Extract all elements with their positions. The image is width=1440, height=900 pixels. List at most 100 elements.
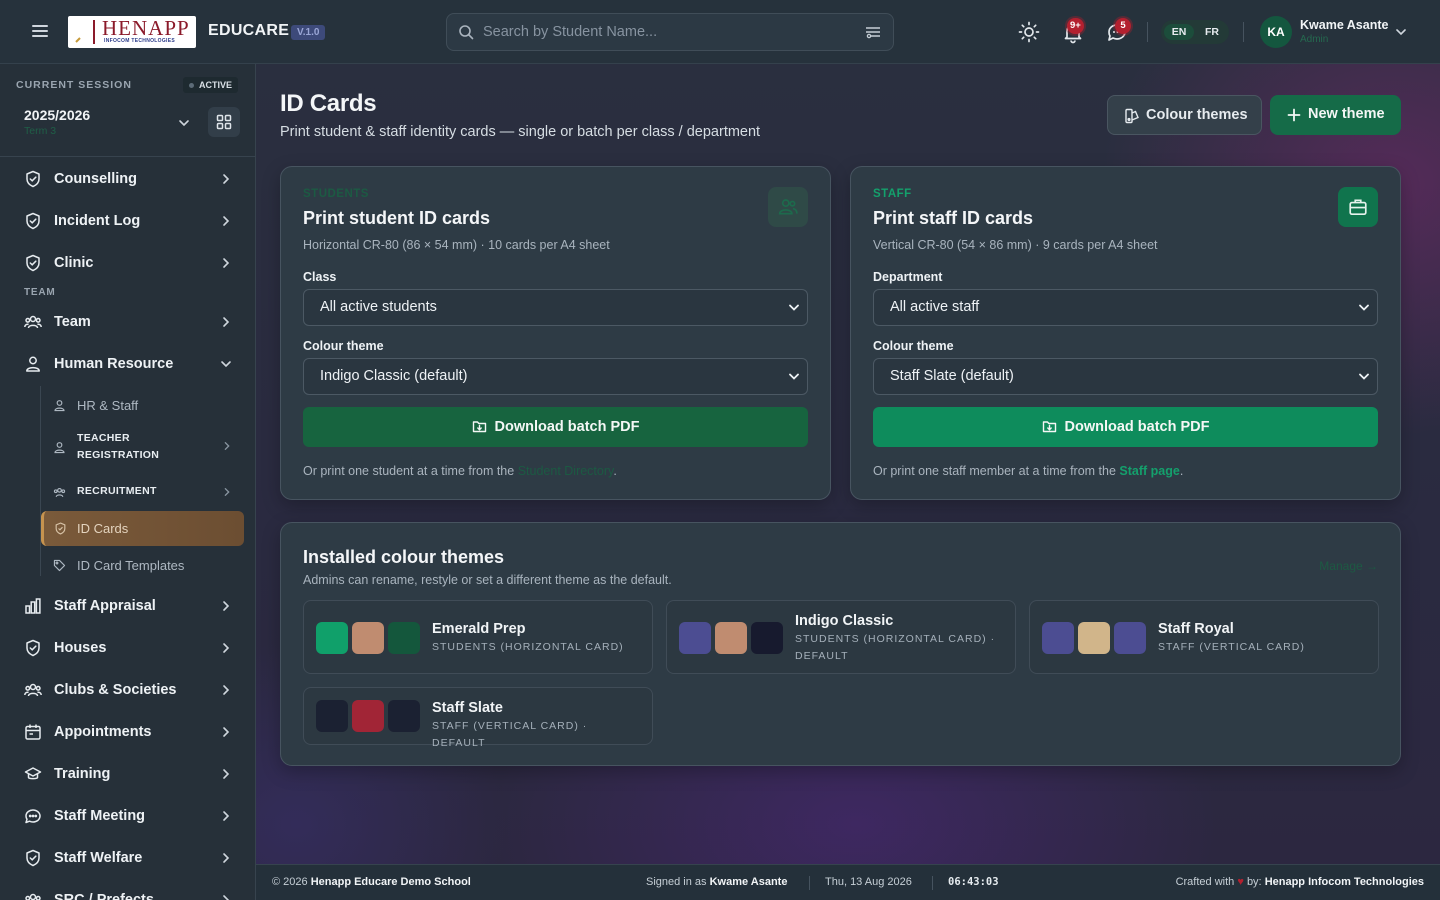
user-name[interactable]: Kwame Asante xyxy=(1300,18,1388,32)
student-note: Or print one student at a time from the … xyxy=(303,464,617,478)
users-icon xyxy=(25,893,41,900)
lang-en-button[interactable]: EN xyxy=(1164,24,1194,40)
sidebar-item-label: Human Resource xyxy=(54,356,174,372)
sidebar-item-label: Team xyxy=(54,314,91,330)
footer: © 2026 Henapp Educare Demo School Signed… xyxy=(256,864,1440,900)
download-staff-batch-button[interactable]: Download batch PDF xyxy=(873,407,1378,447)
download-student-batch-button[interactable]: Download batch PDF xyxy=(303,407,808,447)
new-theme-button[interactable]: New theme xyxy=(1270,95,1401,135)
theme-tile-indigo-classic[interactable]: Indigo Classic STUDENTS (HORIZONTAL CARD… xyxy=(666,600,1016,674)
colour-theme-select[interactable]: Indigo Classic (default) xyxy=(303,358,808,395)
theme-tile-emerald-prep[interactable]: Emerald Prep STUDENTS (HORIZONTAL CARD) xyxy=(303,600,653,674)
sidebar-subitem-hr-staff[interactable]: HR & Staff xyxy=(41,388,244,422)
company-name: Henapp Infocom Technologies xyxy=(1264,876,1424,888)
plus-icon xyxy=(1287,108,1301,122)
staff-note: Or print one staff member at a time from… xyxy=(873,464,1183,478)
shield-icon xyxy=(55,522,66,535)
department-label: Department xyxy=(873,270,943,284)
note-text: Or print one student at a time from the xyxy=(303,464,515,478)
users-icon xyxy=(778,199,798,215)
staff-page-link[interactable]: Staff page xyxy=(1119,464,1179,478)
shield-icon xyxy=(26,212,40,230)
sidebar-item-label: SRC / Prefects xyxy=(54,892,154,900)
lang-fr-button[interactable]: FR xyxy=(1197,24,1227,40)
class-select-value: All active students xyxy=(320,299,437,315)
sidebar-subitem-recruitment[interactable]: RECRUITMENT xyxy=(41,476,244,508)
session-year[interactable]: 2025/2026 xyxy=(24,107,90,123)
theme-meta: STUDENTS (HORIZONTAL CARD) · DEFAULT xyxy=(795,633,996,662)
chevron-down-icon[interactable] xyxy=(1394,25,1408,39)
card-description: Horizontal CR-80 (86 × 54 mm) · 10 cards… xyxy=(303,238,610,252)
colour-swatch xyxy=(352,622,384,654)
themes-description: Admins can rename, restyle or set a diff… xyxy=(303,573,672,587)
tag-icon xyxy=(53,559,66,572)
avatar[interactable]: KA xyxy=(1260,16,1292,48)
version-badge: V.1.0 xyxy=(291,25,326,40)
chevron-right-icon xyxy=(223,258,230,268)
colour-theme-select[interactable]: Staff Slate (default) xyxy=(873,358,1378,395)
sun-icon[interactable] xyxy=(1017,20,1041,44)
sidebar-item-staff-appraisal[interactable]: Staff Appraisal xyxy=(12,589,244,623)
divider xyxy=(1243,22,1244,42)
colour-swatch xyxy=(388,700,420,732)
sidebar-item-clubs-societies[interactable]: Clubs & Societies xyxy=(12,673,244,707)
sidebar-item-training[interactable]: Training xyxy=(12,757,244,791)
chevron-down-icon xyxy=(789,304,799,311)
sidebar-item-team[interactable]: Team xyxy=(12,305,244,339)
sidebar-item-label: Staff Welfare xyxy=(54,850,143,866)
sidebar-subitem-teacher-registration[interactable]: TEACHER REGISTRATION xyxy=(41,426,244,468)
sidebar-subitem-id-cards[interactable]: ID Cards xyxy=(41,511,244,546)
sidebar-item-counselling[interactable]: Counselling xyxy=(12,162,244,196)
footer-date: Thu, 13 Aug 2026 xyxy=(825,876,912,888)
new-theme-label: New theme xyxy=(1308,106,1385,122)
sidebar-subitem-id-card-templates[interactable]: ID Card Templates xyxy=(41,548,244,582)
session-grid-button[interactable] xyxy=(208,107,240,137)
sidebar-item-incident-log[interactable]: Incident Log xyxy=(12,204,244,238)
sidebar-item-houses[interactable]: Houses xyxy=(12,631,244,665)
sidebar-item-staff-meeting[interactable]: Staff Meeting xyxy=(12,799,244,833)
class-select[interactable]: All active students xyxy=(303,289,808,326)
theme-name: Staff Royal xyxy=(1158,621,1234,637)
chevron-right-icon xyxy=(223,601,230,611)
sidebar-subitem-label: ID Card Templates xyxy=(77,558,185,573)
divider xyxy=(932,876,933,890)
sidebar-item-label: Houses xyxy=(54,640,107,656)
briefcase-icon xyxy=(1349,199,1367,216)
colour-theme-select-value: Indigo Classic (default) xyxy=(320,368,468,384)
chevron-right-icon xyxy=(223,895,230,900)
department-select[interactable]: All active staff xyxy=(873,289,1378,326)
divider xyxy=(1147,22,1148,42)
chevron-down-icon xyxy=(1359,373,1369,380)
theme-tile-staff-royal[interactable]: Staff Royal STAFF (VERTICAL CARD) xyxy=(1029,600,1379,674)
installed-themes-panel: Installed colour themes Admins can renam… xyxy=(280,522,1401,766)
sidebar-item-src-prefects[interactable]: SRC / Prefects xyxy=(12,883,244,900)
colour-themes-button[interactable]: Colour themes xyxy=(1107,95,1262,135)
manage-themes-link[interactable]: Manage → xyxy=(1319,559,1378,573)
copyright-year: © 2026 xyxy=(272,876,308,888)
filter-icon[interactable] xyxy=(865,25,881,39)
chevron-down-icon xyxy=(789,373,799,380)
page-subtitle: Print student & staff identity cards — s… xyxy=(280,124,761,140)
download-label: Download batch PDF xyxy=(494,419,640,435)
sidebar-item-staff-welfare[interactable]: Staff Welfare xyxy=(12,841,244,875)
main-content: ID Cards Print student & staff identity … xyxy=(256,64,1440,864)
sidebar-item-label: Appointments xyxy=(54,724,152,740)
users-icon xyxy=(24,315,42,329)
search-bar xyxy=(446,13,894,51)
sidebar-item-clinic[interactable]: Clinic xyxy=(12,246,244,280)
card-title: Print student ID cards xyxy=(303,208,491,228)
students-badge xyxy=(768,187,808,227)
download-icon xyxy=(1042,421,1056,433)
school-name: Henapp Educare Demo School xyxy=(310,876,471,888)
sidebar-item-appointments[interactable]: Appointments xyxy=(12,715,244,749)
sidebar-item-human-resource[interactable]: Human Resource xyxy=(12,347,244,381)
note-text: . xyxy=(1179,464,1184,478)
search-input[interactable] xyxy=(483,22,863,42)
theme-tile-staff-slate[interactable]: Staff Slate STAFF (VERTICAL CARD) · DEFA… xyxy=(303,687,653,749)
chat-icon xyxy=(25,809,41,824)
chevron-right-icon xyxy=(223,811,230,821)
menu-toggle-icon[interactable] xyxy=(28,22,52,42)
student-directory-link[interactable]: Student Directory xyxy=(518,464,614,478)
chevron-down-icon[interactable] xyxy=(177,116,191,130)
user-icon xyxy=(54,442,65,454)
